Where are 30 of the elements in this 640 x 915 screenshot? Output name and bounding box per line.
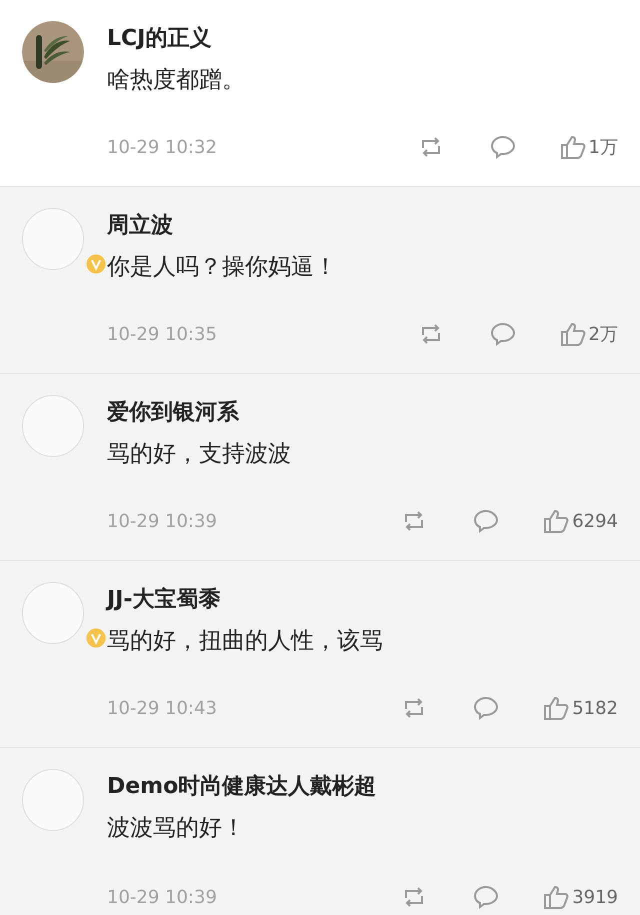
comment-text: 你是人吗？操你妈逼！ xyxy=(107,253,338,282)
like-count: 1万 xyxy=(588,136,618,159)
thumbs-up-icon[interactable] xyxy=(542,507,570,535)
thumbs-up-icon[interactable] xyxy=(542,694,570,722)
comment-text: 骂的好，支持波波 xyxy=(107,440,292,469)
comment-icon[interactable] xyxy=(488,320,517,348)
comment-text: 波波骂的好！ xyxy=(107,814,246,843)
thumbs-up-icon[interactable] xyxy=(542,883,570,911)
like-count: 6294 xyxy=(572,510,618,532)
user-name[interactable]: 爱你到银河系 xyxy=(107,398,618,428)
like-count: 2万 xyxy=(588,323,618,346)
comment-time: 10-29 10:39 xyxy=(107,510,218,532)
user-name[interactable]: 周立波 xyxy=(107,211,618,241)
comment-icon[interactable] xyxy=(472,507,500,535)
user-name[interactable]: Demo时尚健康达人戴彬超 xyxy=(107,772,618,802)
comment-time: 10-29 10:32 xyxy=(107,136,218,158)
comment-icon[interactable] xyxy=(472,694,500,722)
comment-time: 10-29 10:39 xyxy=(107,886,218,908)
comment-time: 10-29 10:35 xyxy=(107,324,218,344)
thumbs-up-icon[interactable] xyxy=(558,133,587,161)
comment-icon[interactable] xyxy=(488,133,517,161)
like-count: 3919 xyxy=(572,886,618,908)
user-name[interactable]: JJ-大宝蜀黍 xyxy=(107,585,618,615)
comment-text: 骂的好，扭曲的人性，该骂 xyxy=(107,627,384,656)
comment-time: 10-29 10:43 xyxy=(107,698,218,718)
comment-icon[interactable] xyxy=(472,883,500,911)
user-name[interactable]: LCJ的正义 xyxy=(107,24,618,54)
like-count: 5182 xyxy=(572,698,618,718)
thumbs-up-icon[interactable] xyxy=(558,320,587,348)
comment-text: 啥热度都蹭。 xyxy=(107,66,246,95)
